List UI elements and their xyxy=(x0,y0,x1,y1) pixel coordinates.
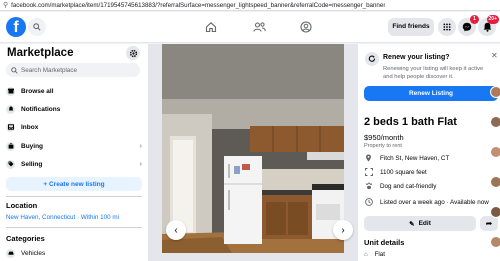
contact-avatar[interactable] xyxy=(490,236,500,248)
share-button[interactable]: ➦ xyxy=(480,216,498,231)
profile-tab[interactable] xyxy=(298,20,314,34)
refresh-icon xyxy=(368,55,376,62)
facebook-logo[interactable]: f xyxy=(6,17,26,37)
bell-icon xyxy=(6,104,15,114)
category-label: Vehicles xyxy=(21,249,46,257)
listing-title: 2 beds 1 bath Flat xyxy=(364,116,457,128)
paw-icon xyxy=(364,182,373,190)
friends-tab[interactable] xyxy=(251,20,267,34)
sidebar-item-selling[interactable]: Selling › xyxy=(6,157,142,171)
friends-icon xyxy=(252,22,266,32)
category-item-vehicles[interactable]: Vehicles xyxy=(6,246,142,260)
contact-avatar[interactable] xyxy=(490,86,500,98)
sidebar-item-label: Buying xyxy=(21,142,44,150)
home-icon xyxy=(205,22,217,33)
marketplace-search[interactable]: Search Marketplace xyxy=(6,63,140,77)
grid-menu-icon xyxy=(443,23,451,31)
search-icon xyxy=(33,23,41,31)
messenger-button[interactable]: 1 xyxy=(458,15,479,36)
search-placeholder: Search Marketplace xyxy=(21,66,77,74)
contact-avatar[interactable] xyxy=(490,146,500,158)
share-icon: ➦ xyxy=(485,219,493,228)
gear-icon xyxy=(129,49,137,57)
sidebar-item-label: Browse all xyxy=(21,87,54,95)
address-bar[interactable]: ⚲ facebook.com/marketplace/item/17195457… xyxy=(0,0,500,11)
edit-listing-button[interactable]: ✎ Edit xyxy=(364,216,476,231)
sidebar-item-inbox[interactable]: Inbox xyxy=(6,120,142,134)
listing-type: Property to rent xyxy=(364,143,402,149)
chevron-right-icon: › xyxy=(139,160,142,168)
close-icon[interactable]: ✕ xyxy=(491,51,498,60)
find-friends-button[interactable]: Find friends xyxy=(388,18,434,36)
attribute-text: Listed over a week ago · Available now xyxy=(380,198,489,206)
divider xyxy=(6,196,142,197)
attribute-location: Fitch St, New Haven, CT xyxy=(364,153,498,163)
attribute-text: Fitch St, New Haven, CT xyxy=(380,154,450,162)
messenger-icon xyxy=(462,22,472,32)
sidebar-item-notifications[interactable]: Notifications xyxy=(6,102,142,116)
listing-photo xyxy=(162,44,344,253)
clock-icon xyxy=(364,198,373,206)
unit-detail-text: Flat xyxy=(374,251,386,258)
chevron-right-icon: › xyxy=(341,224,345,236)
ruler-icon xyxy=(364,168,373,176)
edit-label: Edit xyxy=(418,220,431,227)
attribute-pets: Dog and cat-friendly xyxy=(364,181,498,191)
categories-heading: Categories xyxy=(6,234,45,243)
attribute-text: 1100 square feet xyxy=(380,168,427,176)
sidebar-item-label: Selling xyxy=(21,160,43,168)
contact-avatar[interactable] xyxy=(490,206,500,218)
create-listing-button[interactable]: + Create new listing xyxy=(6,177,142,191)
location-heading: Location xyxy=(6,201,38,210)
sidebar-item-label: Inbox xyxy=(21,123,39,131)
settings-button[interactable] xyxy=(126,46,140,60)
shopping-bag-icon xyxy=(6,141,15,151)
renew-listing-button[interactable]: Renew Listing xyxy=(364,86,498,101)
listing-detail-panel: Renew your listing? ✕ Renewing your list… xyxy=(358,44,500,261)
search-button[interactable] xyxy=(28,18,46,36)
search-icon xyxy=(11,66,18,74)
divider xyxy=(6,227,142,228)
site-info-icon[interactable]: ⚲ xyxy=(3,1,8,9)
messenger-badge: 1 xyxy=(470,15,479,24)
chevron-right-icon: › xyxy=(139,142,142,150)
sidebar-title: Marketplace xyxy=(7,47,74,59)
menu-button[interactable] xyxy=(438,18,456,36)
marketplace-sidebar: Marketplace Search Marketplace Browse al… xyxy=(0,44,148,261)
contact-avatar[interactable] xyxy=(490,116,500,128)
attribute-size: 1100 square feet xyxy=(364,167,498,177)
pencil-icon: ✎ xyxy=(409,220,415,228)
tag-icon xyxy=(6,159,15,169)
unit-details-heading: Unit details xyxy=(364,238,405,247)
home-tab[interactable] xyxy=(203,20,219,34)
renew-prompt-body: Renewing your listing will keep it activ… xyxy=(383,66,484,80)
storefront-icon xyxy=(6,86,15,96)
contact-avatar[interactable] xyxy=(490,176,500,188)
chevron-left-icon: ‹ xyxy=(174,224,178,236)
listing-photo-viewer: ‹ › xyxy=(148,44,358,261)
location-value[interactable]: New Haven, Connecticut · Within 100 mi xyxy=(6,214,119,221)
location-pin-icon xyxy=(364,154,373,162)
next-photo-button[interactable]: › xyxy=(333,220,353,240)
notifications-badge: 20+ xyxy=(486,15,499,24)
attribute-text: Dog and cat-friendly xyxy=(380,182,437,190)
renew-prompt-icon xyxy=(365,52,379,66)
sidebar-item-browse-all[interactable]: Browse all xyxy=(6,84,142,98)
unit-detail-item: ⌂ Flat xyxy=(364,251,385,258)
sidebar-item-label: Notifications xyxy=(21,105,61,113)
home-icon: ⌂ xyxy=(364,251,368,258)
listing-price: $950/month xyxy=(364,133,404,142)
previous-photo-button[interactable]: ‹ xyxy=(166,220,186,240)
car-icon xyxy=(6,248,15,258)
inbox-icon xyxy=(6,122,15,132)
url-text[interactable]: facebook.com/marketplace/item/1719545745… xyxy=(11,2,385,9)
sidebar-item-buying[interactable]: Buying › xyxy=(6,139,142,153)
profile-icon xyxy=(300,21,312,33)
notifications-button[interactable]: 20+ xyxy=(478,15,499,36)
top-navigation: f Find friends 1 20+ xyxy=(0,12,500,43)
attribute-listed: Listed over a week ago · Available now xyxy=(364,197,498,207)
renew-prompt-title: Renew your listing? xyxy=(383,54,450,61)
